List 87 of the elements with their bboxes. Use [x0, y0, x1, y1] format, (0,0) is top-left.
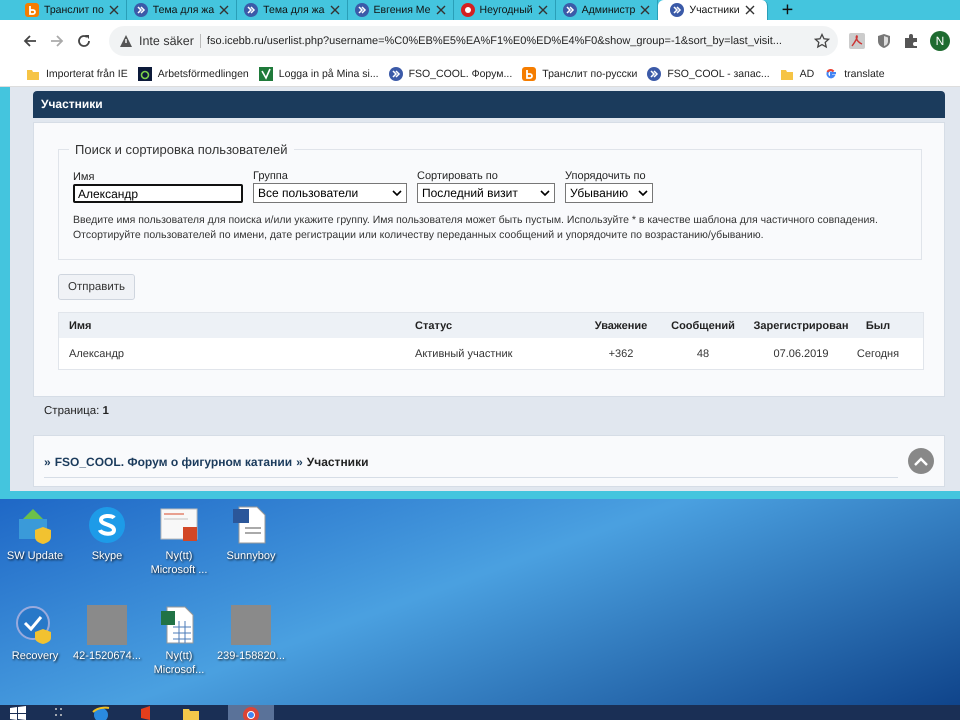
close-icon[interactable] — [744, 5, 755, 15]
help-text: Введите имя пользователя для поиска и/или укажите группу. Имя пользователя может быть пустым. Используйте * в качестве шаблона для частичного совпадения. Отсортируйте пользователей по имени, дате регистрации или количеству переданных сообщений и упорядочите по возрастанию/убыванию. — [73, 213, 879, 243]
close-icon[interactable] — [330, 5, 340, 15]
browser-logo-icon[interactable] — [242, 706, 260, 720]
column-header: Сообщений — [670, 320, 736, 332]
swirl-icon — [647, 67, 662, 81]
browser-tab[interactable]: Участники — [658, 0, 768, 20]
bookmark[interactable]: FSO_COOL - запас... — [647, 67, 770, 81]
bookmark[interactable]: Importerat från IE — [26, 67, 128, 81]
close-icon[interactable] — [538, 5, 548, 15]
swirl-icon — [670, 3, 684, 17]
chevron-up-icon — [913, 456, 929, 466]
table-cell-text: Активный участник — [415, 348, 514, 360]
column-header: Имя — [69, 320, 92, 332]
breadcrumb-separator: » — [44, 454, 51, 468]
windows-logo-icon[interactable] — [10, 706, 26, 720]
security-label: Inte säker — [139, 34, 201, 48]
desktop-shortcut[interactable]: Ny(tt) Microsoft ... — [144, 505, 214, 606]
b-logo-icon — [522, 67, 536, 81]
field-label: Сортировать по — [417, 170, 499, 182]
folder-icon — [780, 67, 794, 81]
fieldset-legend: Поиск и сортировка пользователей — [69, 142, 294, 157]
star-icon[interactable] — [814, 33, 830, 49]
record-icon — [460, 3, 475, 17]
name-input[interactable]: Александр — [73, 184, 243, 203]
skype-logo-icon — [87, 505, 127, 546]
close-icon[interactable] — [640, 5, 650, 15]
table-cell-text: 07.06.2019 — [772, 348, 830, 360]
field-label: Имя — [73, 171, 96, 183]
swirl-icon — [134, 3, 148, 17]
desktop-shortcut[interactable]: Sunnyboy — [216, 505, 286, 606]
table-cell-text: Александр — [69, 348, 126, 360]
field-label: Группа — [253, 170, 289, 182]
swirl-icon — [354, 3, 369, 17]
desktop-shortcut[interactable]: Skype — [72, 505, 142, 606]
column-header: Зарегистрирован — [752, 320, 850, 332]
close-icon[interactable] — [219, 5, 230, 15]
dropdown[interactable]: Все пользователи — [253, 183, 407, 203]
dropdown[interactable]: Убыванию — [565, 183, 654, 203]
url-text: fso.icebb.ru/userlist.php?username=%C0%EB%E5%EA%F1%E0%ED%E4%F0&show_group=-1&sort_by=last_visit... — [206, 35, 783, 47]
photo-placeholder — [231, 605, 271, 646]
breadcrumb-link[interactable]: FSO_COOL. Форум о фигурном катании — [54, 454, 292, 468]
chevron-down-icon — [392, 190, 402, 196]
swirl-icon — [388, 67, 403, 81]
submit-button[interactable]: Отправить — [58, 274, 136, 300]
photo-placeholder — [87, 605, 127, 646]
chevron-down-icon — [638, 190, 648, 196]
close-icon[interactable] — [436, 5, 446, 15]
scroll-top-button[interactable] — [908, 448, 934, 474]
bookmark[interactable]: FSO_COOL. Форум... — [388, 67, 512, 81]
chevron-down-icon — [540, 190, 550, 196]
pdf-icon[interactable] — [849, 33, 865, 49]
swirl-icon — [562, 3, 577, 17]
section-header: Участники — [33, 91, 945, 118]
puzzle-icon[interactable] — [903, 33, 919, 49]
table-cell-text: Сегодня — [856, 348, 900, 360]
check-icon — [258, 67, 273, 81]
pagination-text: Страница: 1 — [43, 404, 110, 419]
back-icon[interactable] — [22, 33, 38, 49]
column-header: Статус — [415, 320, 454, 332]
reload-icon[interactable] — [76, 33, 92, 49]
column-header: Был — [864, 320, 892, 332]
close-icon[interactable] — [108, 5, 119, 15]
bookmark[interactable]: Arbetsförmedlingen — [138, 67, 249, 81]
bookmark[interactable]: Logga in på Mina si... — [258, 67, 379, 81]
breadcrumb-current: Участники — [306, 454, 368, 468]
ring-icon — [138, 67, 152, 81]
new-tab-button[interactable]: + — [768, 0, 808, 20]
desktop-shortcut[interactable]: SW Update — [0, 505, 70, 606]
breadcrumb-separator: » — [296, 454, 303, 468]
dropdown[interactable]: Последний визит — [417, 183, 555, 203]
column-header: Уважение — [594, 320, 648, 332]
address-bar[interactable]: Inte säker fso.icebb.ru/userlist.php?username=%C0%EB%E5%EA%F1%E0%ED%E4%F0&show_group=-1&sort_by=last_visit... — [109, 26, 838, 56]
b-logo-icon — [25, 3, 39, 17]
profile-avatar[interactable]: N — [930, 31, 950, 51]
swirl-icon — [244, 3, 258, 17]
google-icon — [824, 67, 838, 81]
shield-icon[interactable] — [876, 33, 892, 49]
bookmark[interactable]: Транслит по-русски — [522, 67, 638, 81]
e-logo-icon[interactable] — [92, 706, 110, 720]
warning-icon — [119, 34, 133, 48]
field-label: Упорядочить по — [565, 170, 647, 182]
table-cell-text: +362 — [608, 348, 634, 360]
table-cell-text: 48 — [696, 348, 710, 360]
bookmark[interactable]: AD — [780, 67, 814, 81]
bookmark[interactable]: translate — [824, 67, 885, 81]
folder-icon — [26, 67, 40, 81]
